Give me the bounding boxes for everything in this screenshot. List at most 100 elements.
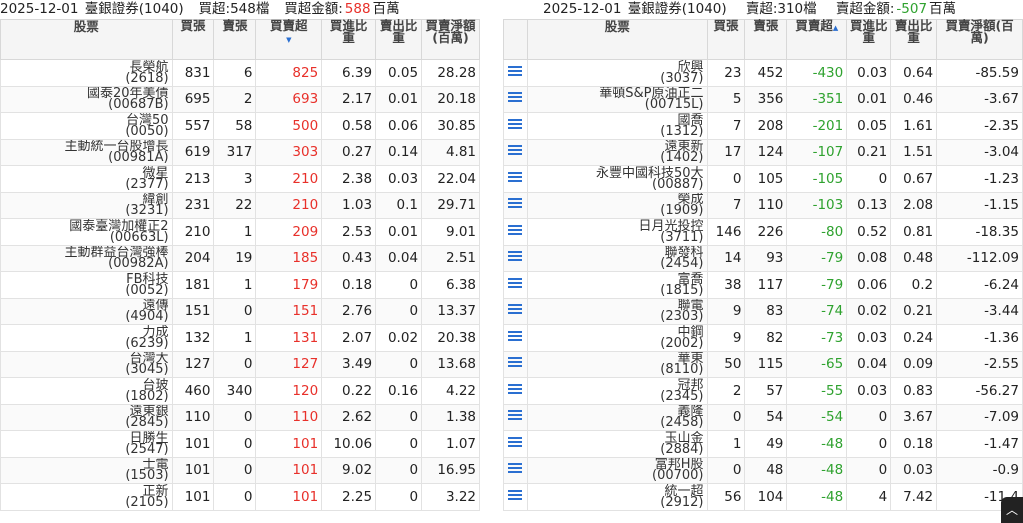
list-icon[interactable] <box>508 461 523 475</box>
list-icon[interactable] <box>508 382 523 396</box>
table-row[interactable]: 義隆 (2458) 0 54 -54 0 3.67 -7.09 <box>503 403 1023 431</box>
stock-cell[interactable]: FB科技 (0052) <box>0 271 173 299</box>
stock-cell[interactable]: 主動群益台灣強棒 (00982A) <box>0 244 173 272</box>
stock-cell[interactable]: 欣興 (3037) <box>526 59 708 87</box>
row-detail-cell[interactable] <box>503 430 528 458</box>
stock-cell[interactable]: 台灣50 (0050) <box>0 112 173 140</box>
list-icon[interactable] <box>508 408 523 422</box>
table-row[interactable]: 正新 (2105) 101 0 101 2.25 0 3.22 <box>0 483 480 511</box>
stock-cell[interactable]: 遠東銀 (2845) <box>0 403 173 431</box>
col-sell[interactable]: 賣張 <box>744 19 788 60</box>
table-row[interactable]: 日月光投控 (3711) 146 226 -80 0.52 0.81 -18.35 <box>503 218 1023 246</box>
table-row[interactable]: 國泰20年美債 (00687B) 695 2 693 2.17 0.01 20.18 <box>0 85 480 113</box>
list-icon[interactable] <box>508 143 523 157</box>
table-row[interactable]: 富邦H股 (00700) 0 48 -48 0 0.03 -0.9 <box>503 456 1023 484</box>
stock-cell[interactable]: 遠東新 (1402) <box>526 138 708 166</box>
table-row[interactable]: 長榮航 (2618) 831 6 825 6.39 0.05 28.28 <box>0 59 480 87</box>
table-row[interactable]: 華頓S&P原油正二 (00715L) 5 356 -351 0.01 0.46 -3.67 <box>503 85 1023 113</box>
col-stock[interactable]: 股票 <box>0 19 173 60</box>
scroll-top-button[interactable]: ︿ <box>1001 497 1023 523</box>
list-icon[interactable] <box>508 90 523 104</box>
table-row[interactable]: 日勝生 (2547) 101 0 101 10.06 0 1.07 <box>0 430 480 458</box>
table-row[interactable]: 聯發科 (2454) 14 93 -79 0.08 0.48 -112.09 <box>503 244 1023 272</box>
row-detail-cell[interactable] <box>503 191 528 219</box>
row-detail-cell[interactable] <box>503 85 528 113</box>
stock-cell[interactable]: 統一超 (2912) <box>526 483 708 511</box>
stock-cell[interactable]: 遠傳 (4904) <box>0 297 173 325</box>
table-row[interactable]: 微星 (2377) 213 3 210 2.38 0.03 22.04 <box>0 165 480 193</box>
table-row[interactable]: 主動群益台灣強棒 (00982A) 204 19 185 0.43 0.04 2.51 <box>0 244 480 272</box>
stock-cell[interactable]: 中鋼 (2002) <box>526 324 708 352</box>
row-detail-cell[interactable] <box>503 165 528 193</box>
table-row[interactable]: 國泰臺灣加權正2 (00663L) 210 1 209 2.53 0.01 9.01 <box>0 218 480 246</box>
list-icon[interactable] <box>508 435 523 449</box>
row-detail-cell[interactable] <box>503 350 528 378</box>
list-icon[interactable] <box>508 249 523 263</box>
table-row[interactable]: 遠東新 (1402) 17 124 -107 0.21 1.51 -3.04 <box>503 138 1023 166</box>
stock-cell[interactable]: 日勝生 (2547) <box>0 430 173 458</box>
list-icon[interactable] <box>508 355 523 369</box>
stock-cell[interactable]: 國喬 (1312) <box>526 112 708 140</box>
stock-cell[interactable]: 台玻 (1802) <box>0 377 173 405</box>
stock-cell[interactable]: 華東 (8110) <box>526 350 708 378</box>
col-sell-ratio[interactable]: 賣出比重 <box>375 19 423 60</box>
stock-cell[interactable]: 微星 (2377) <box>0 165 173 193</box>
table-row[interactable]: 台玻 (1802) 460 340 120 0.22 0.16 4.22 <box>0 377 480 405</box>
stock-cell[interactable]: 長榮航 (2618) <box>0 59 173 87</box>
col-amount[interactable]: 買賣淨額(百萬) <box>936 19 1023 60</box>
list-icon[interactable] <box>508 488 523 502</box>
stock-cell[interactable]: 玉山金 (2884) <box>526 430 708 458</box>
col-net[interactable]: 買賣超 ▼ <box>255 19 323 60</box>
list-icon[interactable] <box>508 64 523 78</box>
stock-cell[interactable]: 聯發科 (2454) <box>526 244 708 272</box>
col-net[interactable]: 買賣超▲ <box>786 19 848 60</box>
list-icon[interactable] <box>508 170 523 184</box>
stock-cell[interactable]: 日月光投控 (3711) <box>526 218 708 246</box>
stock-cell[interactable]: 國泰20年美債 (00687B) <box>0 85 173 113</box>
stock-cell[interactable]: 華頓S&P原油正二 (00715L) <box>526 85 708 113</box>
col-buy-ratio[interactable]: 買進比重 <box>846 19 892 60</box>
col-buy-ratio[interactable]: 買進比重 <box>321 19 377 60</box>
table-row[interactable]: 欣興 (3037) 23 452 -430 0.03 0.64 -85.59 <box>503 59 1023 87</box>
row-detail-cell[interactable] <box>503 138 528 166</box>
stock-cell[interactable]: 冠邦 (2345) <box>526 377 708 405</box>
list-icon[interactable] <box>508 196 523 210</box>
row-detail-cell[interactable] <box>503 59 528 87</box>
table-row[interactable]: 玉山金 (2884) 1 49 -48 0 0.18 -1.47 <box>503 430 1023 458</box>
stock-cell[interactable]: 緯創 (3231) <box>0 191 173 219</box>
row-detail-cell[interactable] <box>503 403 528 431</box>
list-icon[interactable] <box>508 329 523 343</box>
table-row[interactable]: FB科技 (0052) 181 1 179 0.18 0 6.38 <box>0 271 480 299</box>
stock-cell[interactable]: 永豐中國科技50大 (00887) <box>526 165 708 193</box>
stock-cell[interactable]: 富喬 (1815) <box>526 271 708 299</box>
col-buy[interactable]: 買張 <box>706 19 746 60</box>
stock-cell[interactable]: 榮成 (1909) <box>526 191 708 219</box>
col-amount[interactable]: 買賣淨額(百萬) <box>421 19 480 60</box>
list-icon[interactable] <box>508 276 523 290</box>
row-detail-cell[interactable] <box>503 324 528 352</box>
stock-cell[interactable]: 義隆 (2458) <box>526 403 708 431</box>
row-detail-cell[interactable] <box>503 271 528 299</box>
stock-cell[interactable]: 主動統一台股增長 (00981A) <box>0 138 173 166</box>
table-row[interactable]: 中鋼 (2002) 9 82 -73 0.03 0.24 -1.36 <box>503 324 1023 352</box>
row-detail-cell[interactable] <box>503 483 528 511</box>
row-detail-cell[interactable] <box>503 112 528 140</box>
col-sell-ratio[interactable]: 賣出比重 <box>890 19 938 60</box>
table-row[interactable]: 富喬 (1815) 38 117 -79 0.06 0.2 -6.24 <box>503 271 1023 299</box>
stock-cell[interactable]: 台灣大 (3045) <box>0 350 173 378</box>
table-row[interactable]: 統一超 (2912) 56 104 -48 4 7.42 -11.4 <box>503 483 1023 511</box>
stock-cell[interactable]: 富邦H股 (00700) <box>526 456 708 484</box>
table-row[interactable]: 永豐中國科技50大 (00887) 0 105 -105 0 0.67 -1.23 <box>503 165 1023 193</box>
col-sell[interactable]: 賣張 <box>213 19 257 60</box>
row-detail-cell[interactable] <box>503 456 528 484</box>
list-icon[interactable] <box>508 302 523 316</box>
row-detail-cell[interactable] <box>503 244 528 272</box>
table-row[interactable]: 遠傳 (4904) 151 0 151 2.76 0 13.37 <box>0 297 480 325</box>
table-row[interactable]: 榮成 (1909) 7 110 -103 0.13 2.08 -1.15 <box>503 191 1023 219</box>
list-icon[interactable] <box>508 117 523 131</box>
stock-cell[interactable]: 士電 (1503) <box>0 456 173 484</box>
stock-cell[interactable]: 聯電 (2303) <box>526 297 708 325</box>
table-row[interactable]: 主動統一台股增長 (00981A) 619 317 303 0.27 0.14 4.81 <box>0 138 480 166</box>
table-row[interactable]: 冠邦 (2345) 2 57 -55 0.03 0.83 -56.27 <box>503 377 1023 405</box>
table-row[interactable]: 緯創 (3231) 231 22 210 1.03 0.1 29.71 <box>0 191 480 219</box>
